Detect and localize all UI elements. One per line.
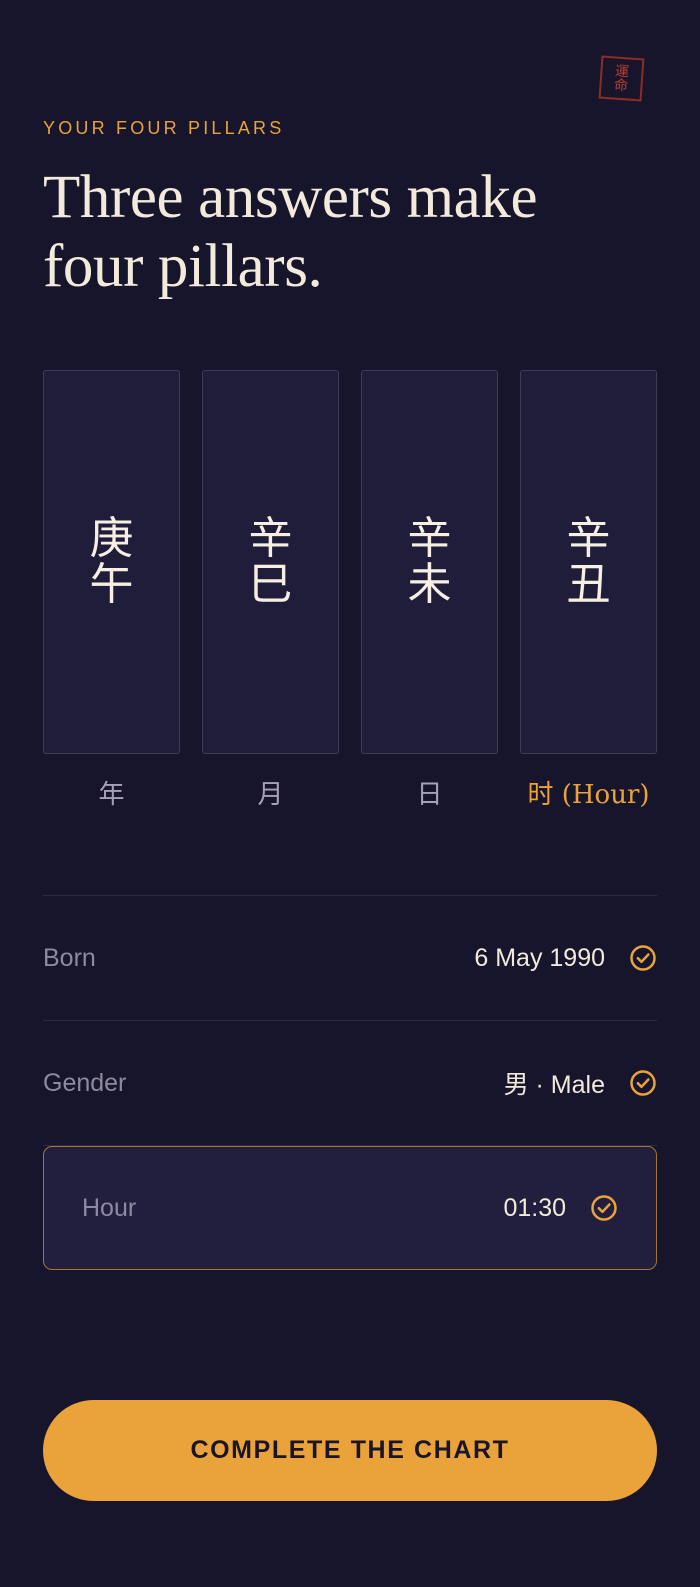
hour-label: Hour — [82, 1193, 137, 1222]
hour-value-group: 01:30 — [503, 1194, 618, 1223]
check-circle-icon — [591, 1195, 617, 1221]
gender-label: Gender — [43, 1068, 127, 1097]
complete-chart-button[interactable]: COMPLETE THE CHART — [43, 1400, 657, 1501]
born-value-group: 6 May 1990 — [474, 944, 657, 973]
pillars-grid: 庚 午 辛 巳 辛 未 辛 丑 — [43, 370, 657, 754]
born-value: 6 May 1990 — [474, 943, 605, 972]
gender-value-group: 男 · Male — [504, 1065, 657, 1101]
year-pillar: 庚 午 — [43, 370, 180, 754]
born-row[interactable]: Born 6 May 1990 — [43, 896, 657, 1020]
month-pillar-glyphs: 辛 巳 — [249, 516, 293, 608]
hour-pillar-label: 时 (Hour) — [527, 780, 650, 810]
day-pillar-label: 日 — [416, 780, 443, 810]
hour-row[interactable]: Hour 01:30 — [43, 1146, 657, 1270]
section-eyebrow: YOUR FOUR PILLARS — [43, 118, 285, 138]
hour-pillar-top-glyph: 辛 — [566, 513, 611, 564]
day-pillar-bottom-glyph: 未 — [407, 559, 452, 610]
day-pillar: 辛 未 — [361, 370, 498, 754]
year-pillar-label: 年 — [98, 780, 125, 810]
day-pillar-glyphs: 辛 未 — [408, 516, 452, 608]
month-pillar-bottom-glyph: 巳 — [248, 559, 293, 610]
day-pillar-top-glyph: 辛 — [407, 513, 452, 564]
month-pillar: 辛 巳 — [202, 370, 339, 754]
hour-pillar-bottom-glyph: 丑 — [566, 559, 611, 610]
gender-row[interactable]: Gender 男 · Male — [43, 1021, 657, 1145]
gender-value: 男 · Male — [503, 1071, 605, 1099]
year-pillar-glyphs: 庚 午 — [90, 516, 134, 608]
month-pillar-top-glyph: 辛 — [248, 513, 293, 564]
year-pillar-top-glyph: 庚 — [89, 513, 134, 564]
hour-pillar-glyphs: 辛 丑 — [567, 516, 611, 608]
born-label: Born — [43, 943, 96, 972]
hour-value: 01:30 — [503, 1193, 566, 1222]
page-title: Three answers make four pillars. — [43, 164, 538, 300]
hour-pillar: 辛 丑 — [520, 370, 657, 754]
seal-icon: 運 命 — [598, 55, 645, 102]
pillar-labels: 年 月 日 时 (Hour) — [43, 778, 657, 812]
check-circle-icon — [630, 945, 656, 971]
year-pillar-bottom-glyph: 午 — [89, 559, 134, 610]
month-pillar-label: 月 — [257, 780, 284, 810]
check-circle-icon — [630, 1070, 656, 1096]
